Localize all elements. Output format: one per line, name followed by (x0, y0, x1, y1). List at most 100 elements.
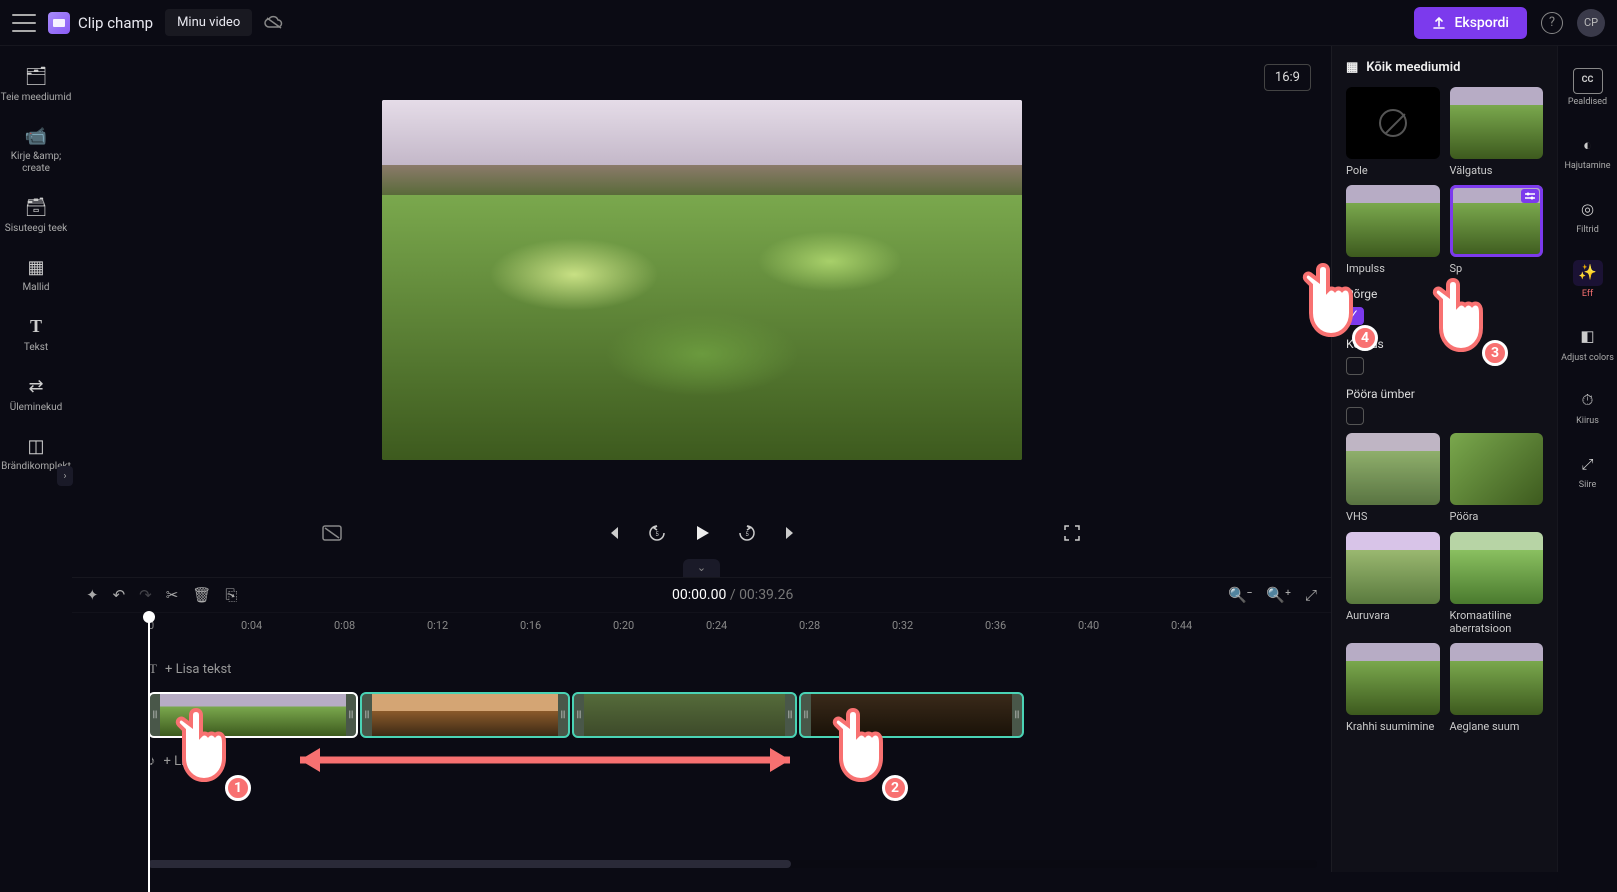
ruler-tick: 0:16 (520, 619, 541, 632)
clip-handle-left[interactable]: || (574, 694, 584, 736)
annotation-badge-2: 2 (882, 775, 908, 801)
duplicate-button[interactable]: ⎘ (225, 586, 237, 604)
clip-handle-right[interactable]: || (558, 694, 568, 736)
timeline-tracks: T + Lisa tekst |||| |||| |||| |||| ♪ + L… (72, 642, 1331, 872)
transition-icon: ⤢ (1573, 451, 1603, 477)
sidebar-item-templates[interactable]: ▦Mallid (0, 249, 72, 303)
sidebar-item-text[interactable]: TTekst (0, 308, 72, 362)
add-text-track[interactable]: T + Lisa tekst (148, 652, 1317, 686)
effect-none[interactable]: Pole (1346, 87, 1440, 177)
safe-zone-toggle[interactable] (322, 525, 342, 541)
menu-button[interactable] (12, 14, 36, 32)
sidebar-item-record[interactable]: 📹Kirje &amp; create (0, 118, 72, 184)
sidebar-item-transitions[interactable]: ⇄Üleminekud (0, 368, 72, 422)
logo-icon (48, 12, 70, 34)
forward-button[interactable]: 5 (737, 523, 757, 543)
aspect-ratio-button[interactable]: 16:9 (1264, 64, 1311, 91)
skip-end-button[interactable] (783, 525, 799, 541)
text-icon: T (149, 661, 157, 677)
effect-crash-zoom[interactable]: Krahhi suumimine (1346, 643, 1440, 733)
effects-icon: ✨ (1573, 260, 1603, 286)
panel-collapse-button[interactable]: › (1331, 466, 1332, 490)
left-sidebar: 🗂Teie meediumid 📹Kirje &amp; create 🗃Sis… (0, 46, 72, 872)
rail-transition[interactable]: ⤢Siire (1558, 443, 1617, 499)
rail-colors[interactable]: ◧Adjust colors (1558, 316, 1617, 372)
export-label: Ekspordi (1454, 15, 1509, 31)
scrollbar-thumb[interactable] (148, 860, 791, 868)
option-reverse: Pööra ümber (1346, 387, 1543, 425)
add-audio-track[interactable]: ♪ + Lisa (148, 744, 1317, 778)
rail-fade[interactable]: ◐Hajutamine (1558, 124, 1617, 180)
effect-vhs[interactable]: VHS (1346, 433, 1440, 523)
rail-captions[interactable]: CCPealdised (1558, 60, 1617, 116)
annotation-badge-1: 1 (225, 775, 251, 801)
effect-glow[interactable]: Auruvara (1346, 532, 1440, 635)
clip-handle-left[interactable]: || (801, 694, 811, 736)
fullscreen-button[interactable] (1063, 524, 1081, 542)
clip-handle-right[interactable]: || (1012, 694, 1022, 736)
upload-icon (1432, 16, 1446, 30)
undo-button[interactable]: ↶ (113, 586, 126, 604)
effect-slow-zoom[interactable]: Aeglane suum (1450, 643, 1544, 733)
effects-panel: › ▦ Kõik meediumid Pole Välgatus Impulss… (1331, 46, 1557, 872)
video-preview[interactable] (382, 100, 1022, 460)
clip-handle-left[interactable]: || (150, 694, 160, 736)
effect-rotate[interactable]: Pööra (1450, 433, 1544, 523)
grid-icon: ▦ (1346, 60, 1358, 75)
clip-handle-right[interactable]: || (785, 694, 795, 736)
clip-3[interactable]: || || (572, 692, 797, 738)
skip-start-button[interactable] (605, 525, 621, 541)
zoom-in-button[interactable]: 🔍⁺ (1266, 586, 1291, 604)
rail-filters[interactable]: ◎Filtrid (1558, 188, 1617, 244)
play-button[interactable] (693, 524, 711, 542)
sidebar-expand-button[interactable]: › (57, 466, 73, 486)
export-button[interactable]: Ekspordi (1414, 7, 1527, 39)
ruler-tick: 0:40 (1078, 619, 1099, 632)
zoom-out-button[interactable]: 🔍⁻ (1228, 586, 1252, 604)
ruler-tick: 0:32 (892, 619, 913, 632)
sidebar-item-media[interactable]: 🗂Teie meediumid (0, 58, 72, 112)
clip-handle-right[interactable]: || (346, 694, 356, 736)
annotation-badge-3: 3 (1482, 340, 1508, 366)
clip-1[interactable]: || || (148, 692, 358, 738)
timeline-ruler[interactable]: 00:040:080:120:160:200:240:280:320:360:4… (72, 612, 1331, 642)
reverse-checkbox[interactable] (1346, 407, 1364, 425)
effect-flash[interactable]: Välgatus (1450, 87, 1544, 177)
center-area: 16:9 5 5 ⌄ ✦ ↶ ↷ ✂ 🗑 ⎘ 00:00.00 (72, 46, 1331, 872)
effect-spin[interactable]: Sp (1450, 185, 1544, 275)
total-time: 00:39.26 (739, 587, 793, 603)
svg-text:5: 5 (745, 531, 749, 538)
ruler-tick: 0:28 (799, 619, 820, 632)
bounce-checkbox[interactable] (1346, 307, 1364, 325)
app-name: Clip champ (78, 14, 153, 32)
brand-icon: ◫ (27, 436, 44, 458)
cloud-sync-icon[interactable] (264, 15, 284, 31)
video-track: |||| |||| |||| |||| (148, 692, 1317, 738)
effect-chromatic[interactable]: Kromaatiline aberratsioon (1450, 532, 1544, 635)
rewind-button[interactable]: 5 (647, 523, 667, 543)
timeline-scrollbar[interactable] (148, 860, 1317, 868)
clip-handle-left[interactable]: || (362, 694, 372, 736)
effect-pulse[interactable]: Impulss (1346, 185, 1440, 275)
zoom-fit-button[interactable]: ⤢ (1305, 586, 1317, 604)
adjust-icon[interactable] (1521, 189, 1539, 203)
project-name-input[interactable]: Minu video (165, 9, 252, 36)
transitions-icon: ⇄ (28, 376, 43, 398)
sidebar-item-library[interactable]: 🗃Sisuteegi teek (0, 189, 72, 243)
rail-effects[interactable]: ✨Eff (1558, 252, 1617, 308)
delete-button[interactable]: 🗑 (192, 586, 211, 604)
playhead[interactable] (148, 613, 150, 892)
rail-speed[interactable]: ⏱Kiirus (1558, 379, 1617, 435)
svg-text:5: 5 (655, 531, 659, 538)
redo-button: ↷ (139, 586, 152, 604)
help-button[interactable]: ? (1541, 12, 1563, 34)
collapse-timeline-button[interactable]: ⌄ (683, 559, 720, 577)
repeat-checkbox[interactable] (1346, 357, 1364, 375)
properties-rail: CCPealdised ◐Hajutamine ◎Filtrid ✨Eff ◧A… (1557, 46, 1617, 872)
clip-4[interactable]: || || (799, 692, 1024, 738)
clip-2[interactable]: || || (360, 692, 570, 738)
avatar[interactable]: CP (1577, 9, 1605, 37)
ruler-tick: 0:12 (427, 619, 448, 632)
magic-icon[interactable]: ✦ (86, 586, 99, 604)
split-button[interactable]: ✂ (166, 586, 179, 604)
